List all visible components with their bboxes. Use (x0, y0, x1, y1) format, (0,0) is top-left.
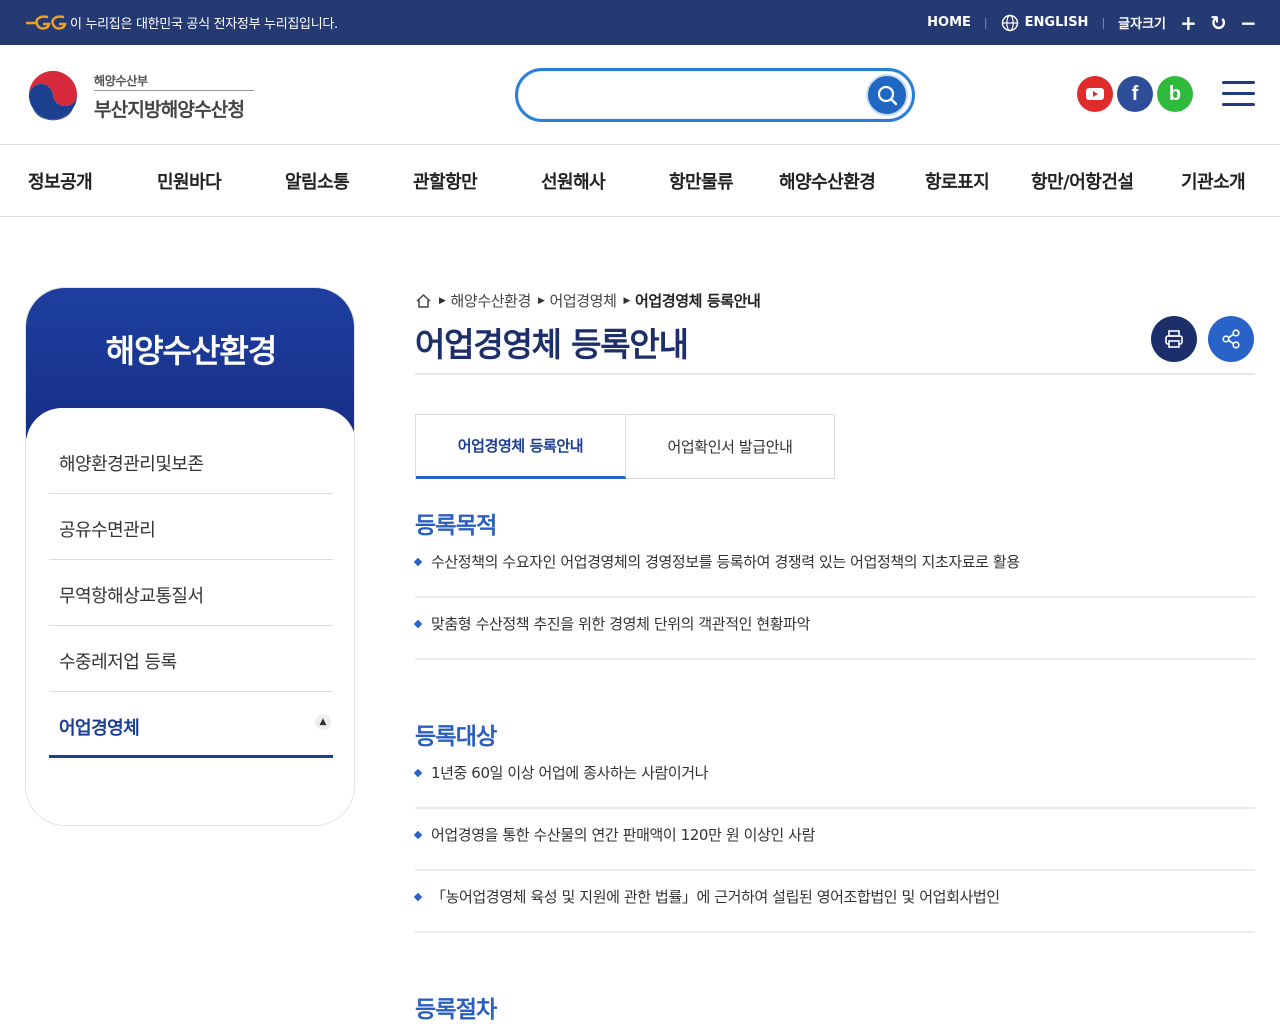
list-item-text: 1년중 60일 이상 어업에 종사하는 사람이거나 (431, 764, 709, 782)
print-icon (1165, 330, 1183, 348)
site-header: 해양수산부 부산지방해양수산청 f b (0, 45, 1280, 145)
sidebar-item-traffic-order[interactable]: 무역항해상교통질서 (49, 560, 333, 626)
gov-banner-text: 이 누리집은 대한민국 공식 전자정부 누리집입니다. (70, 17, 338, 32)
hamburger-menu-icon[interactable] (1222, 81, 1255, 107)
org-name[interactable]: 부산지방해양수산청 (94, 95, 245, 122)
breadcrumb-item[interactable]: 해양수산환경 (451, 290, 532, 311)
sidebar-item-public-waters[interactable]: 공유수면관리 (49, 494, 333, 560)
font-decrease-button[interactable]: − (1240, 13, 1257, 33)
sidebar-item-underwater-leisure[interactable]: 수중레저업 등록 (49, 626, 333, 692)
font-increase-button[interactable]: + (1180, 13, 1197, 33)
gnb-item-navigation-aids[interactable]: 항로표지 (925, 168, 990, 194)
print-button[interactable] (1151, 316, 1197, 362)
section-title-target: 등록대상 (415, 724, 497, 750)
share-button[interactable] (1208, 316, 1254, 362)
search-box (515, 68, 915, 122)
breadcrumb: ▶ 해양수산환경 ▶ 어업경영체 ▶ 어업경영체 등록안내 (415, 290, 761, 311)
title-divider (415, 373, 1255, 375)
bullet-icon (413, 557, 423, 567)
facebook-icon[interactable]: f (1117, 76, 1153, 112)
sidebar-item-label: 무역항해상교통질서 (59, 586, 204, 607)
list-item-text: 수산정책의 수요자인 어업경영체의 경영정보를 등록하여 경쟁력 있는 어업정책… (431, 553, 1020, 571)
sidebar-item-marine-conservation[interactable]: 해양환경관리및보존 (49, 428, 333, 494)
page-title: 어업경영체 등록안내 (415, 325, 689, 364)
sidebar-item-label: 어업경영체 (59, 718, 140, 739)
gnb-item-info-disclosure[interactable]: 정보공개 (28, 168, 93, 194)
gnb-item-about[interactable]: 기관소개 (1181, 168, 1246, 194)
gnb-item-construction[interactable]: 항만/어항건설 (1031, 168, 1134, 194)
share-icon (1222, 329, 1240, 349)
gnb-item-marine-environment[interactable]: 해양수산환경 (779, 168, 876, 194)
gnb-item-civil-service[interactable]: 민원바다 (157, 168, 222, 194)
search-button[interactable] (866, 74, 908, 116)
breadcrumb-current: 어업경영체 등록안내 (635, 292, 761, 310)
hamburger-bar (1222, 81, 1255, 84)
bullet-icon (413, 892, 423, 902)
facebook-letter: f (1131, 82, 1139, 105)
bullet-icon (413, 619, 423, 629)
org-subtitle: 해양수산부 (94, 74, 148, 88)
gnb-item-news[interactable]: 알림소통 (285, 168, 350, 194)
gnb-item-seafarers[interactable]: 선원해사 (541, 168, 606, 194)
gnb-item-logistics[interactable]: 항만물류 (669, 168, 734, 194)
divider: | (1101, 16, 1106, 29)
font-reset-button[interactable]: ↻ (1210, 13, 1227, 33)
breadcrumb-arrow-icon: ▶ (537, 295, 545, 306)
utility-menu: HOME | ENGLISH | 글자크기 + ↻ − (927, 0, 1257, 45)
bullet-icon (413, 830, 423, 840)
youtube-play-icon (1086, 88, 1104, 100)
sidebar-item-label: 해양환경관리및보존 (59, 454, 204, 475)
side-menu: 해양수산환경 해양환경관리및보존 공유수면관리 무역항해상교통질서 수중레저업 … (25, 287, 355, 826)
breadcrumb-item[interactable]: 어업경영체 (549, 290, 616, 311)
logo-divider (94, 90, 254, 91)
main-navigation: 정보공개 민원바다 알림소통 관할항만 선원해사 항만물류 해양수산환경 항로표… (0, 146, 1280, 217)
chevron-up-icon[interactable]: ▲ (315, 714, 331, 730)
sidebar-item-fishery-business[interactable]: 어업경영체 ▲ (49, 692, 333, 758)
section-title-procedure: 등록절차 (415, 997, 497, 1023)
home-icon[interactable] (415, 293, 432, 309)
font-size-label: 글자크기 (1118, 17, 1166, 32)
hamburger-bar (1222, 103, 1255, 106)
sidebar-item-label: 공유수면관리 (59, 520, 156, 541)
breadcrumb-arrow-icon: ▶ (623, 295, 631, 306)
taegeuk-emblem-icon[interactable] (25, 67, 81, 123)
english-link[interactable]: ENGLISH (1025, 15, 1089, 30)
tab-fishery-registration[interactable]: 어업경영체 등록안내 (416, 415, 626, 479)
list-item: 어업경영을 통한 수산물의 연간 판매액이 120만 원 이상인 사람 (413, 809, 1255, 871)
globe-icon (1001, 14, 1018, 31)
blog-letter: b (1168, 82, 1182, 105)
home-link[interactable]: HOME (927, 15, 971, 30)
divider: | (983, 16, 988, 29)
search-input[interactable] (538, 81, 858, 109)
list-item: 수산정책의 수요자인 어업경영체의 경영정보를 등록하여 경쟁력 있는 어업정책… (413, 536, 1255, 598)
side-menu-body: 해양환경관리및보존 공유수면관리 무역항해상교통질서 수중레저업 등록 어업경영… (26, 408, 354, 825)
tab-fishery-certificate[interactable]: 어업확인서 발급안내 (626, 415, 834, 478)
egov-logo-icon (26, 15, 67, 30)
search-icon (877, 85, 898, 106)
gov-banner: 이 누리집은 대한민국 공식 전자정부 누리집입니다. HOME | ENGLI… (0, 0, 1280, 45)
gnb-item-ports[interactable]: 관할항만 (413, 168, 478, 194)
list-item: 1년중 60일 이상 어업에 종사하는 사람이거나 (413, 747, 1255, 809)
list-item-text: 어업경영을 통한 수산물의 연간 판매액이 120만 원 이상인 사람 (431, 826, 815, 844)
blog-icon[interactable]: b (1157, 76, 1193, 112)
side-menu-title: 해양수산환경 (105, 332, 278, 370)
list-item-text: 맞춤형 수산정책 추진을 위한 경영체 단위의 객관적인 현황파악 (431, 615, 810, 633)
sidebar-item-label: 수중레저업 등록 (59, 652, 177, 673)
section-title-purpose: 등록목적 (415, 513, 497, 539)
breadcrumb-arrow-icon: ▶ (439, 295, 446, 306)
youtube-icon[interactable] (1077, 76, 1113, 112)
hamburger-bar (1222, 92, 1255, 95)
bullet-icon (413, 768, 423, 778)
list-item: 맞춤형 수산정책 추진을 위한 경영체 단위의 객관적인 현황파악 (413, 598, 1255, 660)
list-item-text: 「농어업경영체 육성 및 지원에 관한 법률」에 근거하여 설립된 영어조합법인… (431, 888, 1000, 906)
list-item: 「농어업경영체 육성 및 지원에 관한 법률」에 근거하여 설립된 영어조합법인… (413, 871, 1255, 933)
content-tabs: 어업경영체 등록안내 어업확인서 발급안내 (415, 414, 835, 479)
